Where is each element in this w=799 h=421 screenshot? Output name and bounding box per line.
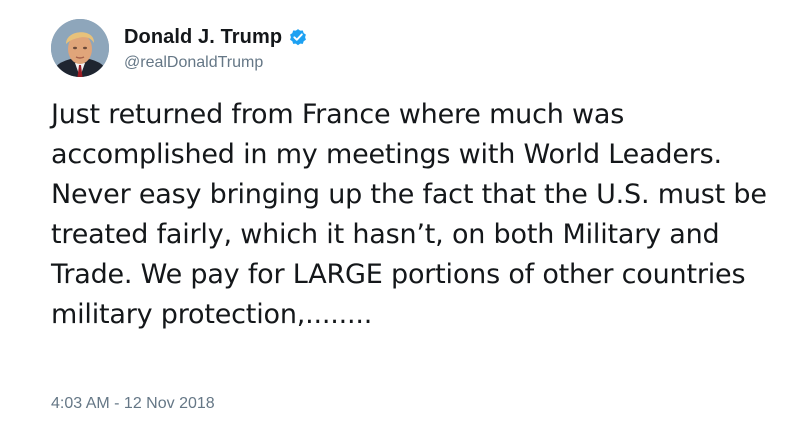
display-name[interactable]: Donald J. Trump xyxy=(124,26,282,49)
tweet-header: Donald J. Trump @realDonaldTrump xyxy=(51,17,308,79)
author-identity: Donald J. Trump @realDonaldTrump xyxy=(124,24,308,72)
name-row: Donald J. Trump xyxy=(124,24,308,50)
verified-badge-icon xyxy=(288,27,308,47)
avatar[interactable] xyxy=(51,19,109,77)
tweet-text: Just returned from France where much was… xyxy=(51,99,767,330)
user-handle[interactable]: @realDonaldTrump xyxy=(124,54,308,72)
tweet-card: Donald J. Trump @realDonaldTrump Just re… xyxy=(0,0,799,421)
avatar-image xyxy=(51,19,109,77)
tweet-timestamp[interactable]: 4:03 AM - 12 Nov 2018 xyxy=(51,395,215,413)
